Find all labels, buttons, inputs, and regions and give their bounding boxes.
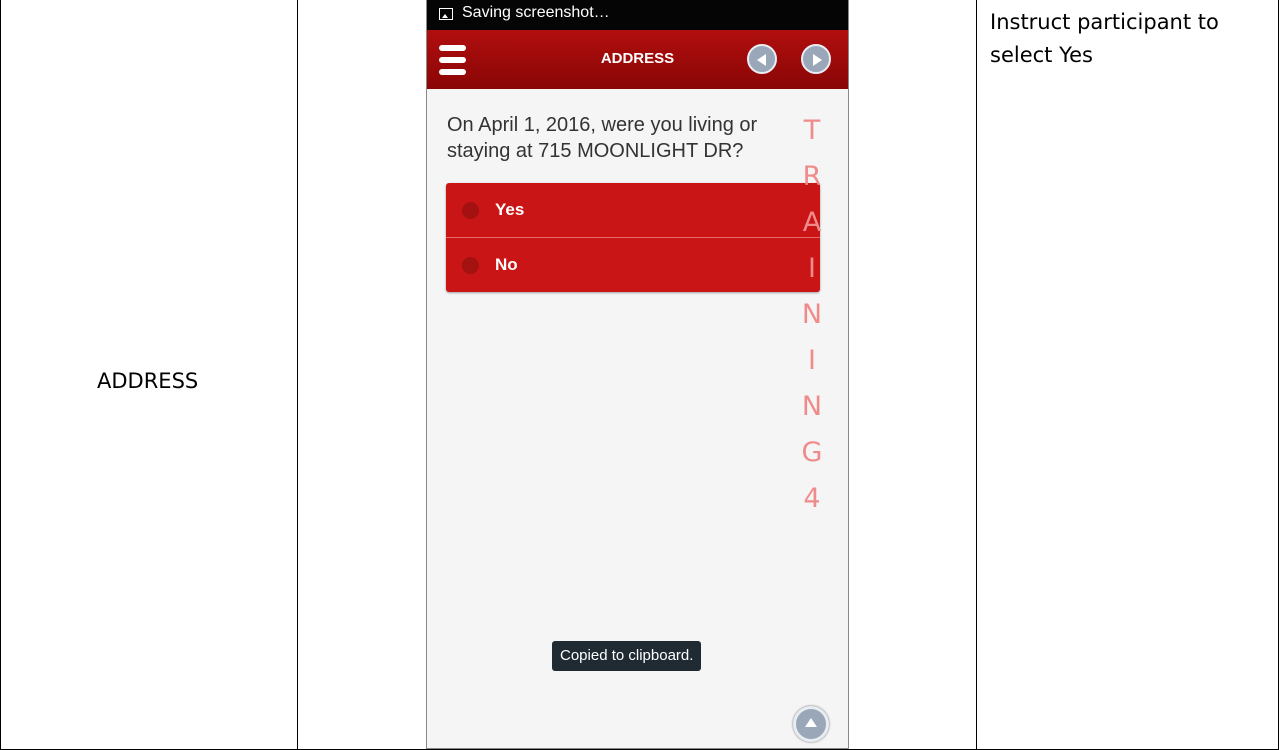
question-text: On April 1, 2016, were you living or sta… (447, 114, 758, 162)
watermark-letter: G (801, 437, 823, 468)
option-label: Yes (495, 200, 525, 219)
watermark-letter: I (808, 345, 816, 376)
watermark-letter: 4 (803, 483, 821, 514)
table-border-left (0, 0, 1, 750)
option-no[interactable]: No (446, 238, 820, 292)
radio-button[interactable] (462, 257, 479, 274)
answer-options: Yes No (446, 183, 820, 292)
instruction-text: Instruct participant to select Yes (990, 10, 1219, 67)
option-label: No (495, 255, 518, 274)
status-bar: Saving screenshot… (427, 0, 848, 30)
watermark-letter: N (801, 391, 823, 422)
watermark-letter: N (801, 299, 823, 330)
training-watermark: T R A I N I N G 4 (797, 108, 827, 522)
toast-message: Copied to clipboard. (552, 641, 702, 671)
app-bar: ADDRESS (427, 30, 848, 89)
status-text: Saving screenshot… (462, 4, 610, 21)
section-label: ADDRESS (97, 369, 199, 393)
radio-button[interactable] (462, 202, 479, 219)
image-icon (439, 8, 453, 20)
table-column-divider (297, 0, 298, 750)
arrow-right-circle-icon[interactable] (801, 44, 831, 74)
phone-screenshot: Saving screenshot… ADDRESS On April 1, 2… (426, 0, 849, 749)
arrow-left-circle-icon[interactable] (747, 44, 777, 74)
option-yes[interactable]: Yes (446, 183, 820, 238)
arrow-up-circle-icon[interactable] (793, 706, 829, 742)
table-column-divider (976, 0, 977, 750)
app-bar-title: ADDRESS (600, 50, 675, 67)
